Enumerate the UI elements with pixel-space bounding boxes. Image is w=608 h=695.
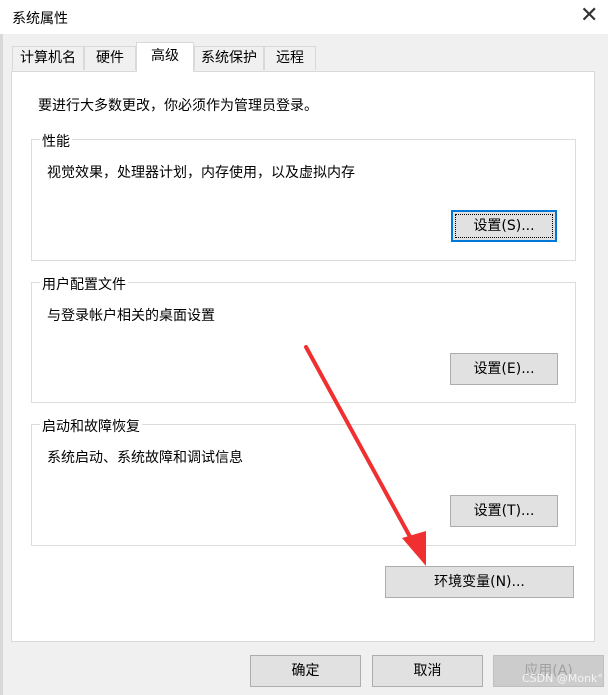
watermark: CSDN @Monk° [522, 672, 603, 685]
tab-advanced[interactable]: 高级 [136, 42, 194, 72]
annotation-arrow-icon [304, 345, 426, 566]
